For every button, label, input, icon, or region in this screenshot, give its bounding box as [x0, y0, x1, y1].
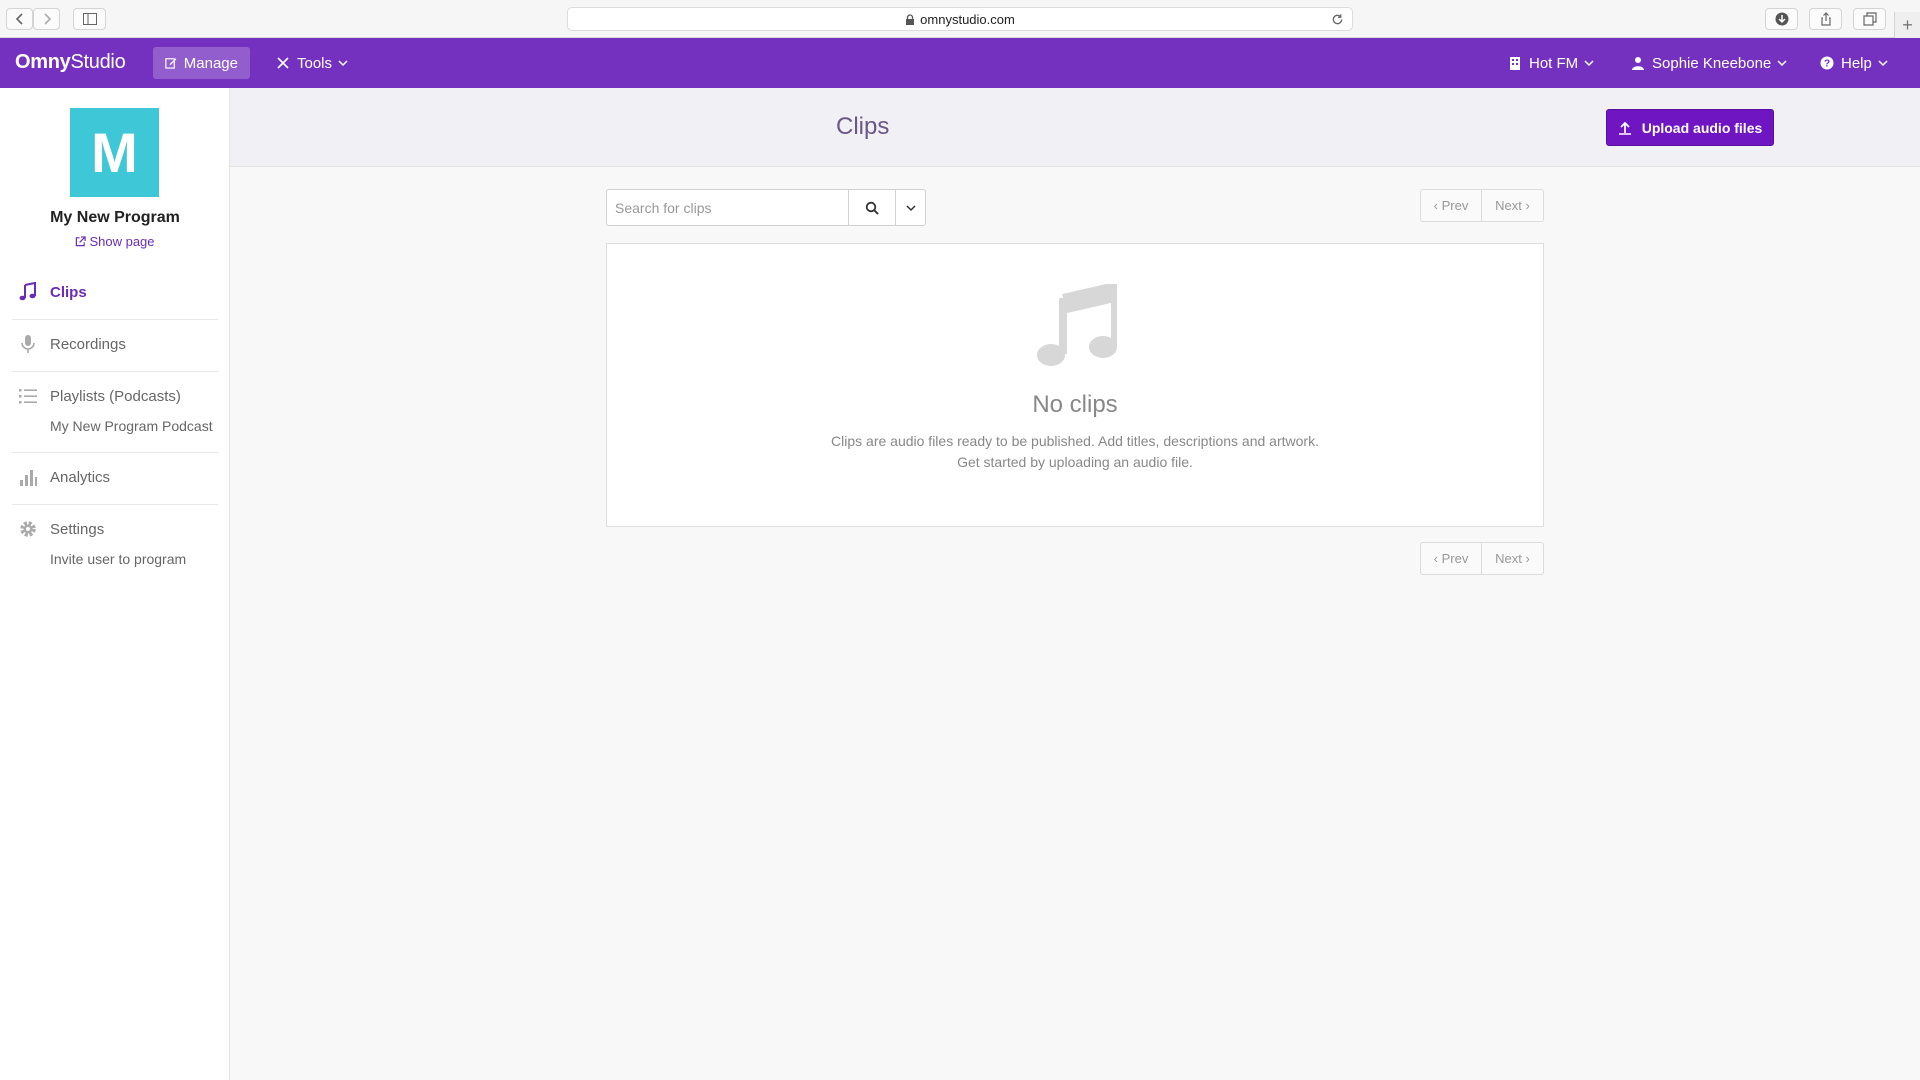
share-button[interactable]: [1809, 8, 1842, 30]
chevron-down-icon: [1878, 60, 1888, 67]
nav-user[interactable]: Sophie Kneebone: [1619, 47, 1799, 79]
gear-icon: [20, 521, 36, 537]
svg-text:?: ?: [1824, 59, 1830, 70]
chevron-left-icon: [15, 13, 23, 25]
logo-suffix: Studio: [70, 51, 126, 73]
download-icon: [1775, 12, 1788, 26]
app-navbar: OmnyStudio Manage Tools Hot FM Sophie Kn…: [0, 38, 1920, 88]
plus-icon: +: [1902, 14, 1913, 35]
content-header: Clips Upload audio files: [230, 88, 1920, 167]
sidebar: M My New Program Show page Clips Recordi…: [0, 88, 230, 1080]
sidebar-item-settings[interactable]: Settings: [12, 519, 218, 539]
chevron-down-icon: [1777, 60, 1787, 67]
nav-manage[interactable]: Manage: [153, 47, 250, 79]
sidebar-item-recordings[interactable]: Recordings: [12, 334, 218, 354]
tabs-button[interactable]: [1853, 8, 1886, 30]
sidebar-item-label: Settings: [50, 520, 105, 538]
bar-chart-icon: [20, 470, 37, 486]
music-note-icon: [1037, 284, 1117, 366]
search-button[interactable]: [848, 189, 896, 226]
sidebar-item-label: Playlists (Podcasts): [50, 387, 181, 405]
search-icon: [865, 201, 879, 215]
sidebar-item-label: Clips: [50, 283, 87, 301]
lock-icon: [906, 13, 915, 25]
reload-icon[interactable]: [1331, 13, 1344, 26]
empty-state-text: Get started by uploading an audio file.: [957, 454, 1193, 470]
program-name: My New Program: [50, 209, 180, 226]
empty-state-text: Clips are audio files ready to be publis…: [831, 433, 1319, 449]
clips-empty-state: No clips Clips are audio files ready to …: [606, 243, 1544, 527]
upload-audio-button[interactable]: Upload audio files: [1606, 109, 1774, 146]
chevron-down-icon: [1584, 60, 1594, 67]
omny-studio-logo[interactable]: OmnyStudio: [15, 51, 126, 74]
sidebar-item-analytics[interactable]: Analytics: [12, 467, 218, 487]
nav-tools-label: Tools: [297, 54, 333, 72]
chevron-right-icon: [43, 13, 51, 25]
back-button[interactable]: [6, 8, 33, 30]
search-input[interactable]: [606, 189, 848, 226]
tabs-icon: [1862, 12, 1877, 26]
divider: [12, 504, 218, 505]
chevron-down-icon: [338, 60, 348, 67]
external-link-icon: [76, 236, 87, 247]
search-options-button[interactable]: [896, 189, 926, 226]
divider: [12, 319, 218, 320]
sidebar-item-playlists[interactable]: Playlists (Podcasts): [12, 386, 218, 406]
nav-tools[interactable]: Tools: [264, 47, 360, 79]
page-title: Clips: [836, 113, 890, 140]
microphone-icon: [21, 335, 35, 353]
sidebar-toggle-button[interactable]: [73, 8, 106, 30]
sidebar-subitem-podcast[interactable]: My New Program Podcast: [50, 418, 213, 434]
nav-user-label: Sophie Kneebone: [1652, 54, 1772, 72]
nav-station-label: Hot FM: [1529, 54, 1579, 72]
search-bar: [606, 189, 926, 226]
divider: [12, 371, 218, 372]
downloads-button[interactable]: [1765, 8, 1798, 30]
sidebar-item-clips[interactable]: Clips: [12, 282, 218, 302]
prev-page-button[interactable]: ‹ Prev: [1420, 542, 1482, 575]
prev-page-button[interactable]: ‹ Prev: [1420, 189, 1482, 222]
nav-manage-label: Manage: [183, 54, 238, 72]
browser-toolbar: omnystudio.com +: [0, 0, 1920, 38]
new-tab-button[interactable]: +: [1894, 12, 1920, 38]
logo-prefix: Omny: [15, 51, 71, 73]
help-icon: ?: [1820, 56, 1834, 70]
sidebar-item-label: Recordings: [50, 335, 126, 353]
upload-icon: [1618, 121, 1631, 135]
next-page-button[interactable]: Next ›: [1482, 542, 1544, 575]
tools-icon: [277, 57, 289, 69]
nav-help[interactable]: ? Help: [1808, 47, 1900, 79]
nav-station[interactable]: Hot FM: [1496, 47, 1606, 79]
empty-state-title: No clips: [1032, 391, 1118, 418]
address-bar[interactable]: omnystudio.com: [567, 7, 1353, 31]
share-icon: [1820, 12, 1831, 26]
sidebar-item-label: Analytics: [50, 468, 111, 486]
upload-audio-label: Upload audio files: [1641, 119, 1763, 136]
next-page-button[interactable]: Next ›: [1482, 189, 1544, 222]
user-icon: [1632, 57, 1644, 70]
show-page-link[interactable]: Show page: [0, 234, 230, 249]
pager-bottom: ‹ Prev Next ›: [1420, 542, 1544, 575]
list-icon: [19, 389, 37, 404]
url-text: omnystudio.com: [920, 11, 1015, 27]
pager-top: ‹ Prev Next ›: [1420, 189, 1544, 222]
divider: [12, 452, 218, 453]
music-note-icon: [19, 282, 36, 301]
sidebar-subitem-invite[interactable]: Invite user to program: [50, 551, 186, 567]
show-page-label: Show page: [89, 234, 155, 249]
nav-help-label: Help: [1841, 54, 1872, 72]
edit-icon: [165, 58, 177, 69]
forward-button[interactable]: [33, 8, 60, 30]
sidebar-icon: [82, 13, 97, 25]
building-icon: [1510, 57, 1520, 70]
program-avatar: M: [70, 108, 159, 197]
chevron-down-icon: [905, 204, 916, 211]
